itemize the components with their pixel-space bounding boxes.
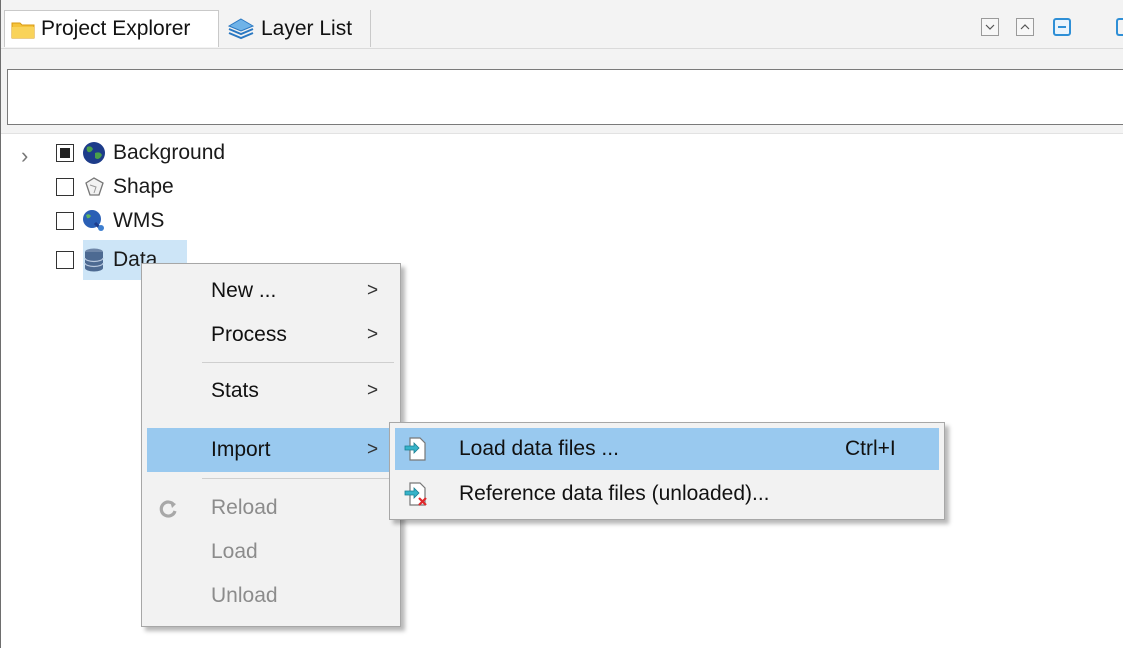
submenu-arrow-icon: >: [367, 280, 379, 301]
globe-icon: [81, 140, 107, 166]
submenu-item-load-data-files[interactable]: Load data files ... Ctrl+I: [395, 428, 939, 470]
menu-item-label: Stats: [211, 379, 259, 402]
menu-item-import[interactable]: Import >: [147, 428, 395, 472]
tree-item-label: WMS: [113, 209, 165, 232]
tab-label: Layer List: [261, 16, 353, 40]
filter-input[interactable]: [7, 69, 1123, 125]
menu-item-label: Reload: [211, 496, 278, 519]
menu-separator: [202, 478, 394, 479]
menu-item-load[interactable]: Load: [147, 530, 395, 574]
restore-icon[interactable]: [1053, 18, 1071, 36]
project-explorer-panel: Project Explorer Layer List › Background…: [0, 0, 1123, 648]
menu-item-new[interactable]: New ... >: [147, 269, 395, 313]
layers-icon: [227, 17, 255, 41]
view-menu-icon[interactable]: [1116, 18, 1123, 36]
layer-checkbox[interactable]: [56, 251, 74, 269]
menu-separator: [202, 362, 394, 363]
submenu-arrow-icon: >: [367, 380, 379, 401]
submenu-arrow-icon: >: [367, 324, 379, 345]
tree-item-shape[interactable]: Shape: [56, 171, 174, 203]
menu-item-label: Unload: [211, 584, 278, 607]
menu-item-label: Load: [211, 540, 258, 563]
context-menu: New ... > Process > Stats > Import > Rel…: [141, 263, 401, 627]
submenu-item-label: Load data files ...: [459, 437, 619, 460]
tree-item-wms[interactable]: WMS: [56, 205, 164, 237]
load-file-icon: [403, 436, 429, 468]
maximize-icon[interactable]: [1016, 18, 1034, 36]
shape-icon: [81, 174, 107, 200]
tab-layer-list[interactable]: Layer List: [219, 10, 371, 47]
menu-item-unload[interactable]: Unload: [147, 574, 395, 618]
import-submenu: Load data files ... Ctrl+I Reference dat…: [389, 422, 945, 520]
reference-file-icon: [403, 481, 429, 513]
layer-checkbox[interactable]: [56, 212, 74, 230]
reload-icon: [157, 498, 179, 526]
submenu-item-label: Reference data files (unloaded)...: [459, 482, 770, 505]
tree-item-label: Shape: [113, 175, 174, 198]
menu-item-label: Import: [211, 438, 271, 461]
tab-bar: Project Explorer Layer List: [1, 0, 1123, 49]
folder-icon: [11, 19, 35, 39]
layer-checkbox[interactable]: [56, 144, 74, 162]
menu-item-stats[interactable]: Stats >: [147, 369, 395, 413]
database-icon: [81, 247, 107, 273]
expand-chevron-icon[interactable]: ›: [21, 145, 28, 167]
minimize-icon[interactable]: [981, 18, 999, 36]
menu-item-label: New ...: [211, 279, 277, 302]
tab-project-explorer[interactable]: Project Explorer: [4, 10, 219, 47]
tab-label: Project Explorer: [41, 17, 191, 40]
layer-checkbox[interactable]: [56, 178, 74, 196]
menu-item-label: Process: [211, 323, 287, 346]
menu-item-process[interactable]: Process >: [147, 313, 395, 357]
tree-item-background[interactable]: Background: [56, 137, 225, 169]
tree-item-label: Background: [113, 141, 226, 164]
wms-icon: [81, 208, 107, 234]
shortcut-label: Ctrl+I: [845, 437, 896, 460]
submenu-arrow-icon: >: [367, 439, 379, 460]
submenu-item-reference-data-files[interactable]: Reference data files (unloaded)...: [395, 473, 939, 515]
menu-item-reload[interactable]: Reload: [147, 486, 395, 530]
filter-bar: [1, 49, 1123, 134]
